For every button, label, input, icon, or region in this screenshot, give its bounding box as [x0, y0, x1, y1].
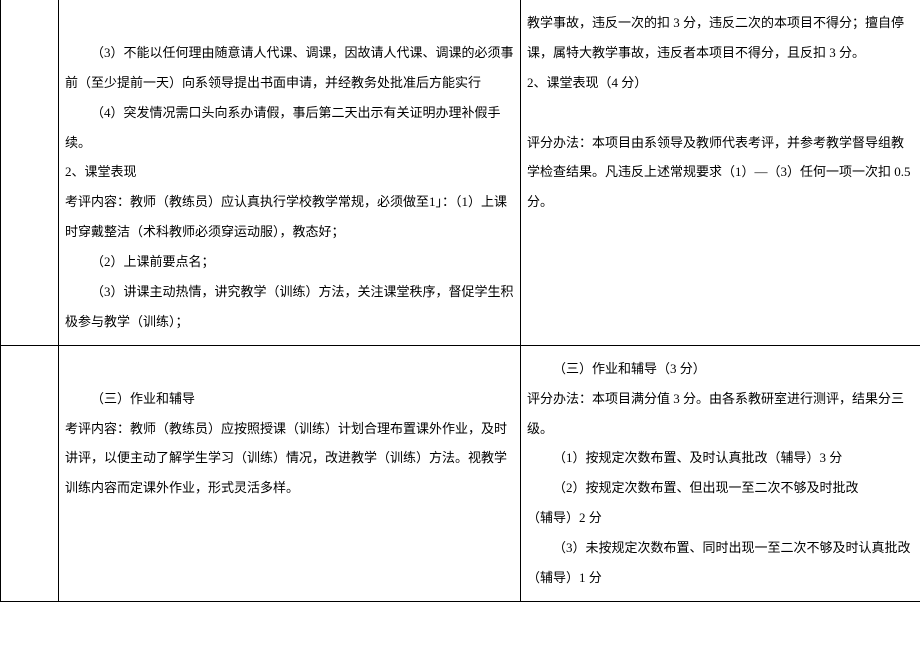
text-line: （辅导）2 分 [527, 503, 914, 533]
text-line: （3）不能以任何理由随意请人代课、调课，因故请人代课、调课的必须事前（至少提前一… [65, 38, 514, 98]
content-left-cell: （3）不能以任何理由随意请人代课、调课，因故请人代课、调课的必须事前（至少提前一… [59, 0, 521, 345]
text-line [527, 98, 914, 128]
text-line: （1）按规定次数布置、及时认真批改（辅导）3 分 [527, 443, 914, 473]
text-line: 2、课堂表现 [65, 157, 514, 187]
text-line: 评分办法：本项目由系领导及教师代表考评，并参考教学督导组教学检查结果。凡违反上述… [527, 128, 914, 218]
text-line: 评分办法：本项目满分值 3 分。由各系教研室进行测评，结果分三级。 [527, 384, 914, 444]
text-line: （三）作业和辅导（3 分） [527, 354, 914, 384]
text-line [65, 354, 514, 384]
content-right-cell: 教学事故，违反一次的扣 3 分，违反二次的本项目不得分；擅自停课，属特大教学事故… [521, 0, 920, 345]
text-line: （2）按规定次数布置、但出现一至二次不够及时批改 [527, 473, 914, 503]
content-right-cell: （三）作业和辅导（3 分） 评分办法：本项目满分值 3 分。由各系教研室进行测评… [521, 345, 920, 601]
text-line: 考评内容：教师（教练员）应认真执行学校教学常规，必须做至1」：（1）上课时穿戴整… [65, 187, 514, 247]
text-line: （3）讲课主动热情，讲究教学（训练）方法，关注课堂秩序，督促学生积极参与教学（训… [65, 277, 514, 337]
row-header-cell [1, 0, 59, 345]
text-line [65, 8, 514, 38]
table-row: （3）不能以任何理由随意请人代课、调课，因故请人代课、调课的必须事前（至少提前一… [1, 0, 920, 345]
table-row: （三）作业和辅导 考评内容：教师（教练员）应按照授课（训练）计划合理布置课外作业… [1, 345, 920, 601]
text-line: 2、课堂表现（4 分） [527, 68, 914, 98]
text-line: （3）未按规定次数布置、同时出现一至二次不够及时认真批改（辅导）1 分 [527, 533, 914, 593]
text-line: （2）上课前要点名； [65, 247, 514, 277]
content-left-cell: （三）作业和辅导 考评内容：教师（教练员）应按照授课（训练）计划合理布置课外作业… [59, 345, 521, 601]
row-header-cell [1, 345, 59, 601]
text-line: （4）突发情况需口头向系办请假，事后第二天出示有关证明办理补假手续。 [65, 98, 514, 158]
text-line: 考评内容：教师（教练员）应按照授课（训练）计划合理布置课外作业，及时讲评，以便主… [65, 414, 514, 504]
text-line: 教学事故，违反一次的扣 3 分，违反二次的本项目不得分；擅自停课，属特大教学事故… [527, 8, 914, 68]
evaluation-table: （3）不能以任何理由随意请人代课、调课，因故请人代课、调课的必须事前（至少提前一… [0, 0, 920, 602]
text-line: （三）作业和辅导 [65, 384, 514, 414]
